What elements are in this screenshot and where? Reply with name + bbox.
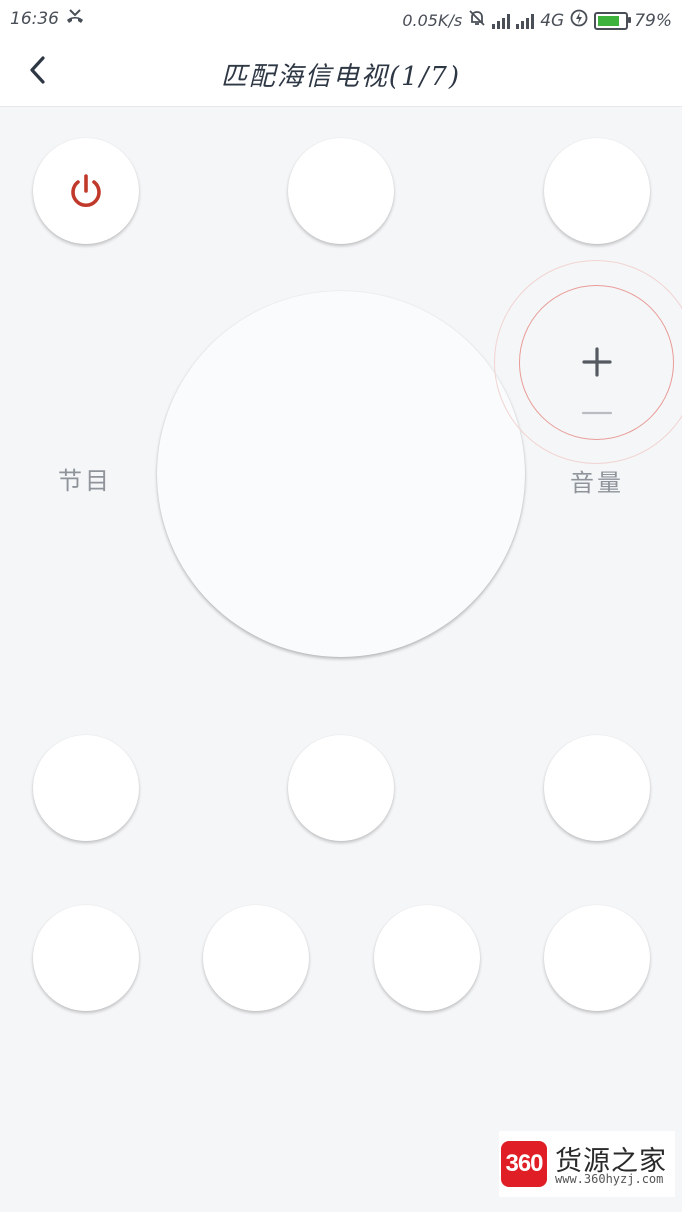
volume-down-button[interactable] xyxy=(575,398,619,428)
remote-button-row3-2[interactable] xyxy=(203,905,309,1011)
status-time: 16:36 xyxy=(10,9,59,29)
watermark-url: www.360hyzj.com xyxy=(555,1172,664,1186)
signal-icon xyxy=(492,13,511,29)
remote-button-row3-3[interactable] xyxy=(374,905,480,1011)
missed-call-icon xyxy=(64,7,86,32)
power-icon xyxy=(71,174,101,208)
power-button[interactable] xyxy=(33,138,139,244)
remote-button-top-center[interactable] xyxy=(288,138,394,244)
status-bar: 16:36 0.05K/s 4G 79% xyxy=(0,0,682,38)
battery-percent: 79% xyxy=(634,10,672,31)
remote-button-row2-left[interactable] xyxy=(33,735,139,841)
title-bar: 匹配海信电视(1/7) xyxy=(0,38,682,107)
mute-bell-icon xyxy=(468,9,486,32)
volume-label: 音量 xyxy=(570,469,624,497)
remote-button-top-right[interactable] xyxy=(544,138,650,244)
watermark: 360 货源之家 www.360hyzj.com xyxy=(499,1131,675,1197)
battery-icon xyxy=(594,11,632,30)
watermark-badge: 360 xyxy=(501,1141,547,1187)
channel-label: 节目 xyxy=(58,467,112,495)
remote-button-row2-center[interactable] xyxy=(288,735,394,841)
dpad[interactable] xyxy=(157,291,525,657)
remote-button-row3-1[interactable] xyxy=(33,905,139,1011)
plus-icon xyxy=(582,347,612,377)
volume-up-button[interactable] xyxy=(575,340,619,384)
signal-icon xyxy=(516,13,535,29)
status-indicators: 0.05K/s 4G 79% xyxy=(402,9,672,32)
remote-match-screen: 16:36 0.05K/s 4G 79% 匹配海信电视(1/7) 节目 音量 3… xyxy=(0,0,682,1212)
remote-button-row3-4[interactable] xyxy=(544,905,650,1011)
remote-button-row2-right[interactable] xyxy=(544,735,650,841)
network-type: 4G xyxy=(540,10,565,31)
minus-icon xyxy=(581,411,613,415)
charging-icon xyxy=(570,9,588,32)
page-title: 匹配海信电视(1/7) xyxy=(220,62,462,92)
net-speed: 0.05K/s xyxy=(402,11,463,30)
